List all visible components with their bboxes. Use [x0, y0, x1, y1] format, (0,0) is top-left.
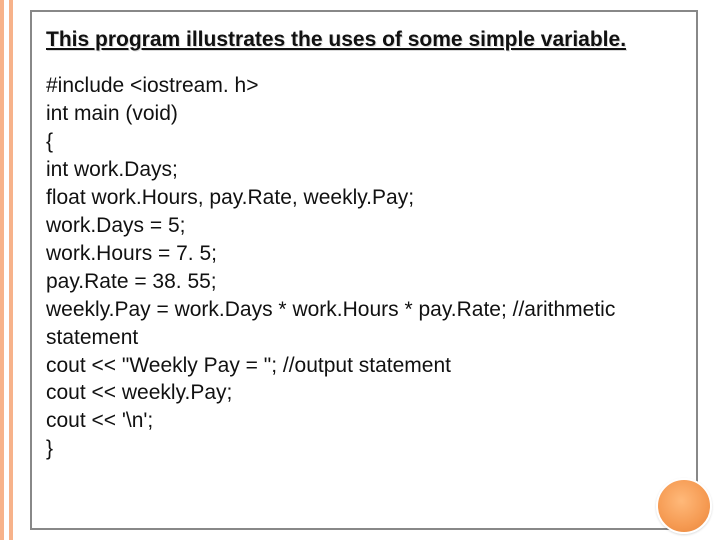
code-line: int main (void)	[46, 100, 682, 128]
slide-content-box: This program illustrates the uses of som…	[30, 10, 698, 530]
code-line: work.Days = 5;	[46, 212, 682, 240]
left-stripes-decoration	[0, 0, 18, 540]
code-line: cout << weekly.Pay;	[46, 379, 682, 407]
code-line: work.Hours = 7. 5;	[46, 240, 682, 268]
code-line: weekly.Pay = work.Days * work.Hours * pa…	[46, 296, 682, 352]
code-line: int work.Days;	[46, 156, 682, 184]
code-block: #include <iostream. h> int main (void) {…	[46, 72, 682, 463]
decorative-circle-icon	[656, 478, 712, 534]
code-line: #include <iostream. h>	[46, 72, 682, 100]
code-line: cout << '\n';	[46, 407, 682, 435]
code-line: cout << "Weekly Pay = "; //output statem…	[46, 352, 682, 380]
code-line: pay.Rate = 38. 55;	[46, 268, 682, 296]
stripe	[13, 0, 18, 540]
code-line: float work.Hours, pay.Rate, weekly.Pay;	[46, 184, 682, 212]
code-line: {	[46, 128, 682, 156]
slide-title: This program illustrates the uses of som…	[46, 26, 682, 54]
code-line: }	[46, 435, 682, 463]
